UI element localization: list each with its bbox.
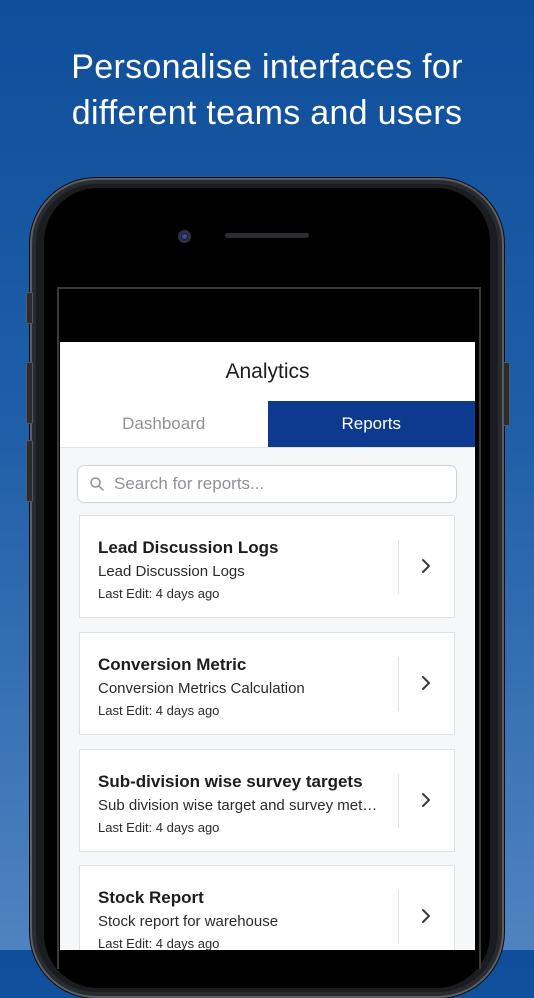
report-last-edit: Last Edit: 4 days ago [98,936,220,950]
tab-bar: Dashboard Reports [60,401,475,448]
headline-line-1: Personalise interfaces for [71,48,463,86]
front-camera [178,230,191,243]
card-divider [398,890,399,944]
tab-reports[interactable]: Reports [267,401,475,447]
report-card[interactable]: Stock Report Stock report for warehouse … [79,865,455,950]
chevron-right-icon[interactable] [416,673,436,693]
search-input[interactable]: Search for reports... [77,465,457,503]
tab-dashboard[interactable]: Dashboard [60,401,268,447]
report-title: Stock Report [98,888,204,907]
chevron-right-icon[interactable] [416,790,436,810]
analytics-app: Analytics Dashboard Reports Search for r… [60,342,475,950]
search-placeholder: Search for reports... [114,474,265,493]
report-title: Lead Discussion Logs [98,538,279,557]
report-title: Sub-division wise survey targets [98,772,363,791]
page-title: Analytics [225,359,310,383]
chevron-right-icon[interactable] [416,556,436,576]
report-title: Conversion Metric [98,655,247,674]
report-subtitle: Stock report for warehouse [98,913,279,930]
report-subtitle: Lead Discussion Logs [98,563,245,580]
report-subtitle: Conversion Metrics Calculation [98,680,305,697]
report-subtitle: Sub division wise target and survey metr… [98,797,380,814]
report-last-edit: Last Edit: 4 days ago [98,703,220,718]
phone-volume-up-button [26,362,33,424]
chevron-right-icon[interactable] [416,906,436,926]
report-last-edit: Last Edit: 4 days ago [98,586,220,601]
report-last-edit: Last Edit: 4 days ago [98,820,220,835]
headline-line-2: different teams and users [71,94,463,132]
phone-volume-down-button [26,440,33,502]
report-card[interactable]: Lead Discussion Logs Lead Discussion Log… [79,515,455,618]
card-divider [398,657,399,711]
phone-mute-switch [26,292,33,324]
report-card[interactable]: Sub-division wise survey targets Sub div… [79,749,455,852]
phone-power-button [503,362,510,426]
app-header: Analytics [60,342,475,401]
earpiece-speaker [225,233,309,238]
card-divider [398,540,399,594]
report-card[interactable]: Conversion Metric Conversion Metrics Cal… [79,632,455,735]
marketing-headline: Personalise interfaces for different tea… [0,44,534,136]
search-icon [90,477,104,491]
card-divider [398,774,399,828]
